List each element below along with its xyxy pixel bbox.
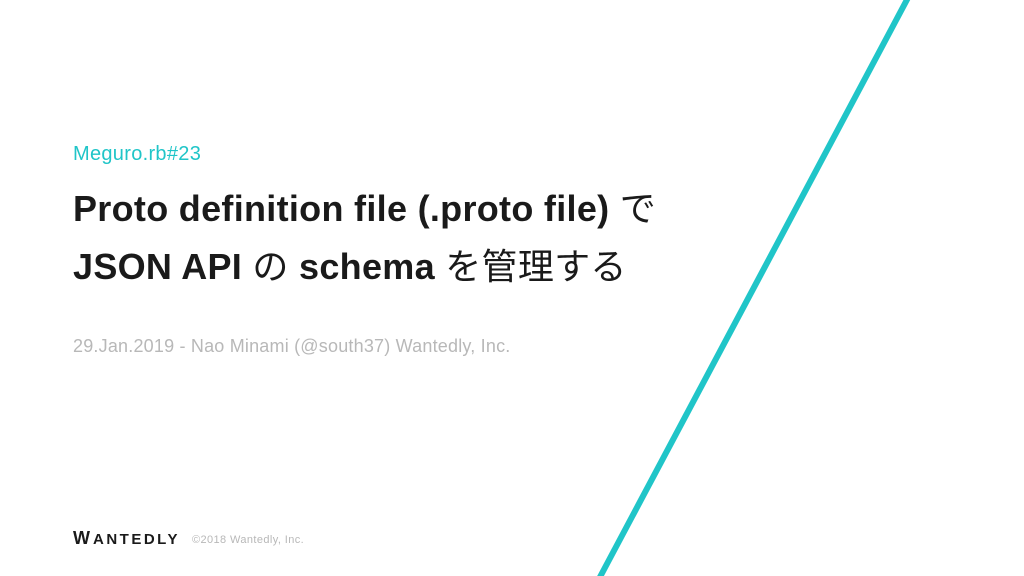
title-line-1: Proto definition file (.proto file) で: [73, 180, 656, 238]
title-line-2: JSON API の schema を管理する: [73, 238, 656, 296]
title-rest-1: で: [609, 188, 656, 229]
copyright: ©2018 Wantedly, Inc.: [192, 534, 304, 546]
footer: WANTEDLY ©2018 Wantedly, Inc.: [73, 529, 304, 550]
talk-title: Proto definition file (.proto file) で JS…: [73, 180, 656, 295]
title-bold-2a: JSON API: [73, 246, 242, 287]
wantedly-logo: WANTEDLY: [73, 529, 180, 550]
logo-text: ANTEDLY: [93, 531, 180, 548]
title-mid-2: の: [242, 246, 299, 287]
title-bold-2b: schema: [299, 246, 435, 287]
title-bold-1: Proto definition file (.proto file): [73, 188, 609, 229]
logo-mark-icon: W: [73, 528, 90, 549]
slide: Meguro.rb#23 Proto definition file (.pro…: [0, 0, 1024, 576]
byline: 29.Jan.2019 - Nao Minami (@south37) Want…: [73, 336, 510, 357]
title-rest-2: を管理する: [435, 246, 627, 287]
event-name: Meguro.rb#23: [73, 143, 201, 166]
